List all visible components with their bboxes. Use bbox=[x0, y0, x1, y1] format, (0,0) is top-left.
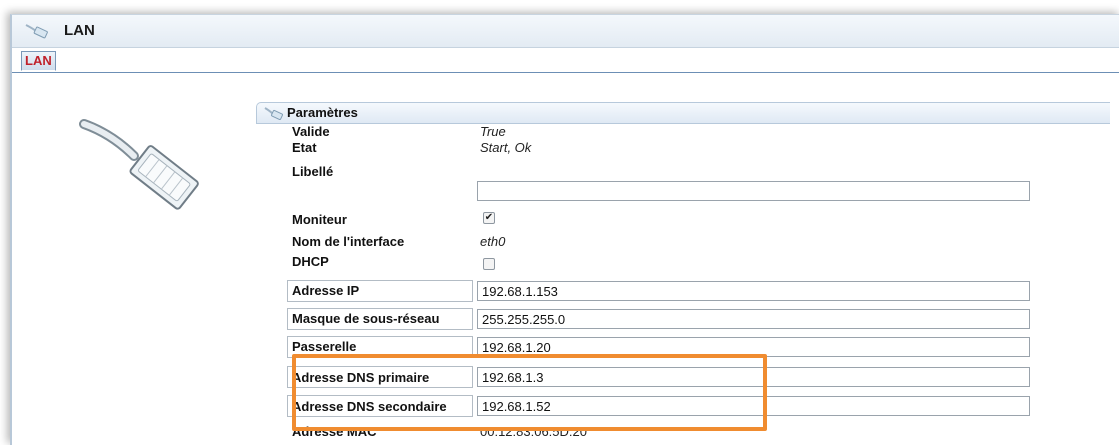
passerelle-label: Passerelle bbox=[292, 339, 357, 354]
interface-value: eth0 bbox=[480, 234, 506, 249]
interface-label: Nom de l'interface bbox=[292, 234, 405, 249]
window-title: LAN bbox=[64, 22, 95, 39]
network-cable-icon bbox=[264, 107, 283, 120]
tab-bar: LAN bbox=[12, 48, 1119, 73]
valide-label: Valide bbox=[292, 124, 330, 139]
moniteur-checkbox[interactable]: ✔ bbox=[483, 212, 495, 224]
valide-value: True bbox=[480, 124, 506, 139]
masque-input[interactable] bbox=[477, 309, 1030, 329]
libelle-label: Libellé bbox=[292, 164, 334, 179]
section-title: Paramètres bbox=[287, 105, 358, 120]
section-header: Paramètres bbox=[256, 102, 1110, 124]
ip-label: Adresse IP bbox=[292, 283, 360, 298]
ethernet-cable-icon bbox=[79, 119, 199, 210]
dhcp-label: DHCP bbox=[292, 254, 329, 269]
libelle-input[interactable] bbox=[477, 181, 1030, 201]
moniteur-label: Moniteur bbox=[292, 212, 347, 227]
dns-highlight-box bbox=[292, 354, 767, 431]
title-bar: LAN bbox=[12, 15, 1119, 48]
etat-value: Start, Ok bbox=[480, 140, 532, 155]
network-cable-icon bbox=[25, 24, 48, 39]
ip-input[interactable] bbox=[477, 281, 1030, 301]
masque-label: Masque de sous-réseau bbox=[292, 311, 440, 326]
etat-label: Etat bbox=[292, 140, 317, 155]
dhcp-checkbox[interactable] bbox=[483, 258, 495, 270]
tab-lan[interactable]: LAN bbox=[21, 51, 56, 71]
